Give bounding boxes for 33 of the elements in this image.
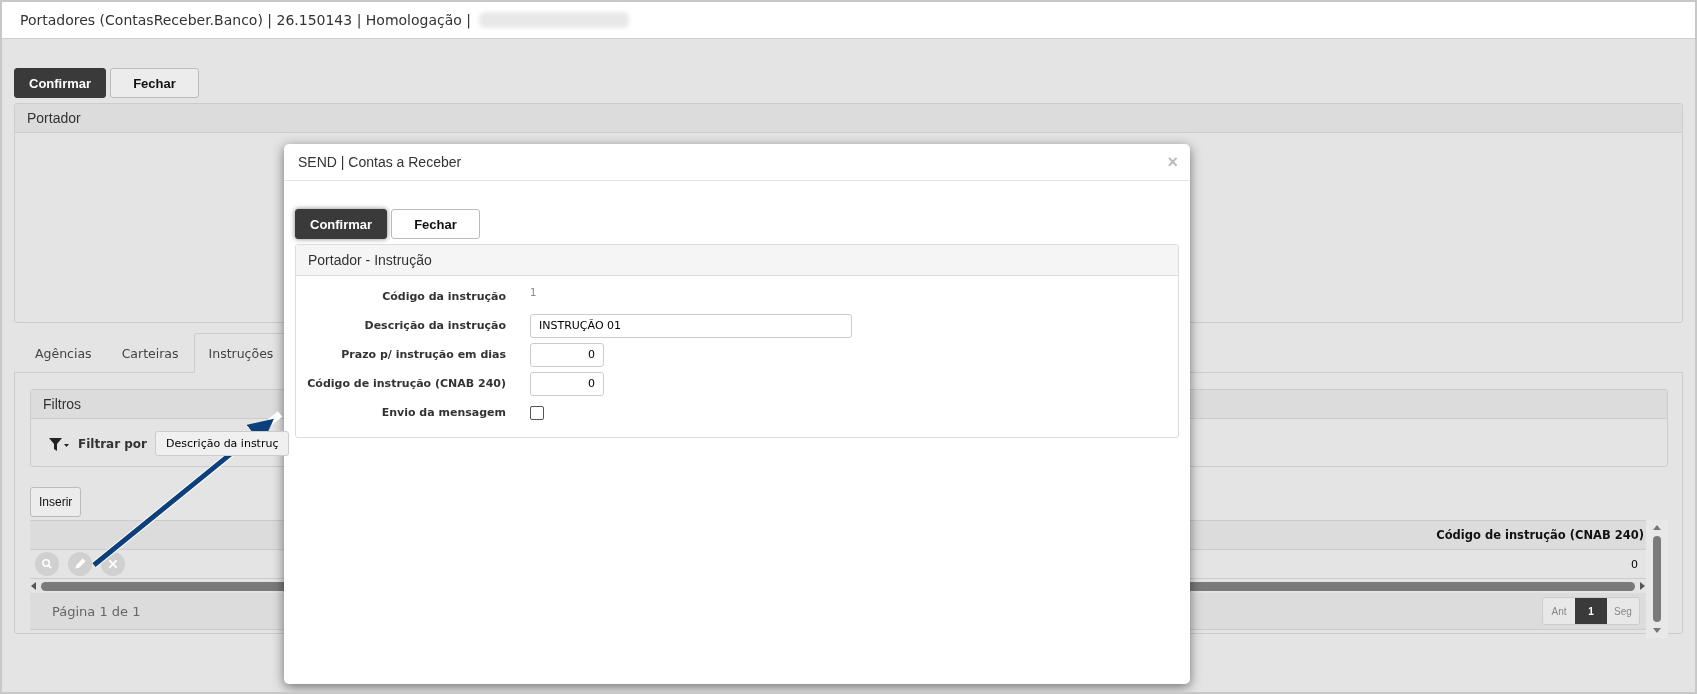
field-label: Descrição da instrução (363, 319, 506, 332)
panel-title: Filtros (43, 396, 82, 412)
column-header[interactable]: Código de instrução (CNAB 240) (1436, 528, 1646, 542)
delete-icon[interactable] (101, 552, 125, 576)
panel-title: Portador - Instrução (308, 252, 432, 268)
checkbox[interactable] (530, 405, 544, 420)
field-label: Prazo p/ instrução em dias (340, 348, 506, 361)
tab[interactable]: Carteiras (106, 333, 194, 373)
field-label: Código de instrução (CNAB 240) (306, 377, 506, 390)
confirm-button[interactable]: Confirmar (295, 209, 388, 239)
input-field[interactable]: INSTRUÇÃO 01 (530, 313, 852, 338)
filter-icon[interactable] (48, 435, 70, 452)
window-title: Portadores (ContasReceber.Banco) | 26.150143 | Homologação | (20, 12, 472, 28)
filter-label: Filtrar por (78, 436, 148, 451)
close-button[interactable]: Fechar (391, 209, 480, 239)
tab[interactable]: Agências (20, 333, 107, 373)
field-label: Envio da mensagem (380, 406, 506, 419)
scroll-left-icon[interactable] (30, 581, 38, 591)
scroll-up-icon[interactable] (1652, 524, 1662, 532)
filter-select[interactable]: Descrição da instruç (155, 431, 290, 456)
field-label: Código da instrução (381, 290, 506, 303)
page-button[interactable]: 1 (1575, 598, 1607, 624)
input-field[interactable]: 0 (530, 342, 604, 367)
page-info: Página 1 de 1 (52, 603, 141, 619)
confirm-button[interactable]: Confirmar (14, 68, 107, 98)
insert-button[interactable]: Inserir (30, 487, 82, 517)
close-button[interactable]: Fechar (110, 68, 199, 98)
input-field[interactable]: 0 (530, 371, 604, 396)
panel-title: Portador (27, 110, 81, 126)
dialog-title: SEND | Contas a Receber (298, 154, 462, 170)
table-cell-text: 0 (1631, 557, 1639, 571)
scroll-down-icon[interactable] (1652, 626, 1662, 634)
vertical-scrollbar[interactable] (1646, 520, 1668, 638)
